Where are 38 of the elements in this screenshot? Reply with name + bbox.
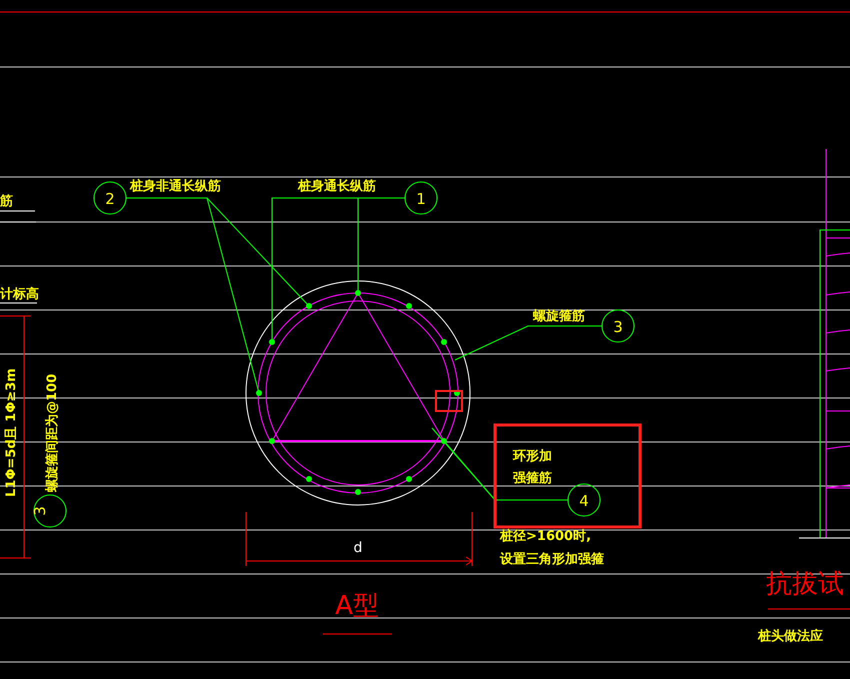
callout-label: 桩身通长纵筋 [298,179,376,194]
callout-label: 环形加 [513,449,552,464]
drawing-note: 桩头做法应 [758,629,823,644]
callout-number: 3 [31,506,49,516]
callout-circle [94,182,126,214]
drawing-title: 抗拔试 [766,569,844,599]
callout-number: 2 [105,190,115,208]
rebar-dot [406,303,412,309]
callout-number: 4 [579,492,589,510]
rebar-dot [454,390,460,396]
cut-label: 筋 [0,194,13,209]
length-note: L1Φ=5d且 1Φ≥3m [4,368,19,497]
rebar-dot [269,438,275,444]
rebar-dot [355,290,361,296]
callout-label: 强箍筋 [513,471,552,486]
rebar-dot [406,476,412,482]
rebar-dot [441,339,447,345]
highlight-box [435,390,463,412]
callout-circle [34,494,66,528]
callout-circle [404,182,438,214]
rebar-dot [269,339,275,345]
rebar-dot [355,489,361,495]
note-text: 设置三角形加强箍 [500,552,604,567]
callout-circle [602,310,634,342]
rebar-dot [441,438,447,444]
callout-number: 1 [416,190,426,208]
callout-label: 桩身非通长纵筋 [130,179,221,194]
dimension-label: d [354,540,362,556]
rebar-dot [306,303,312,309]
callout-circle [568,484,600,516]
spacing-note: 螺旋箍间距为@100 [45,374,60,492]
rebar-dot [256,390,262,396]
callout-label: 螺旋箍筋 [533,309,585,324]
section-title: A型 [335,591,379,621]
callout-number: 3 [613,318,623,336]
rebar-dot [306,476,312,482]
note-text: 桩径>1600时, [500,529,592,544]
cut-label: 计标高 [0,287,39,302]
